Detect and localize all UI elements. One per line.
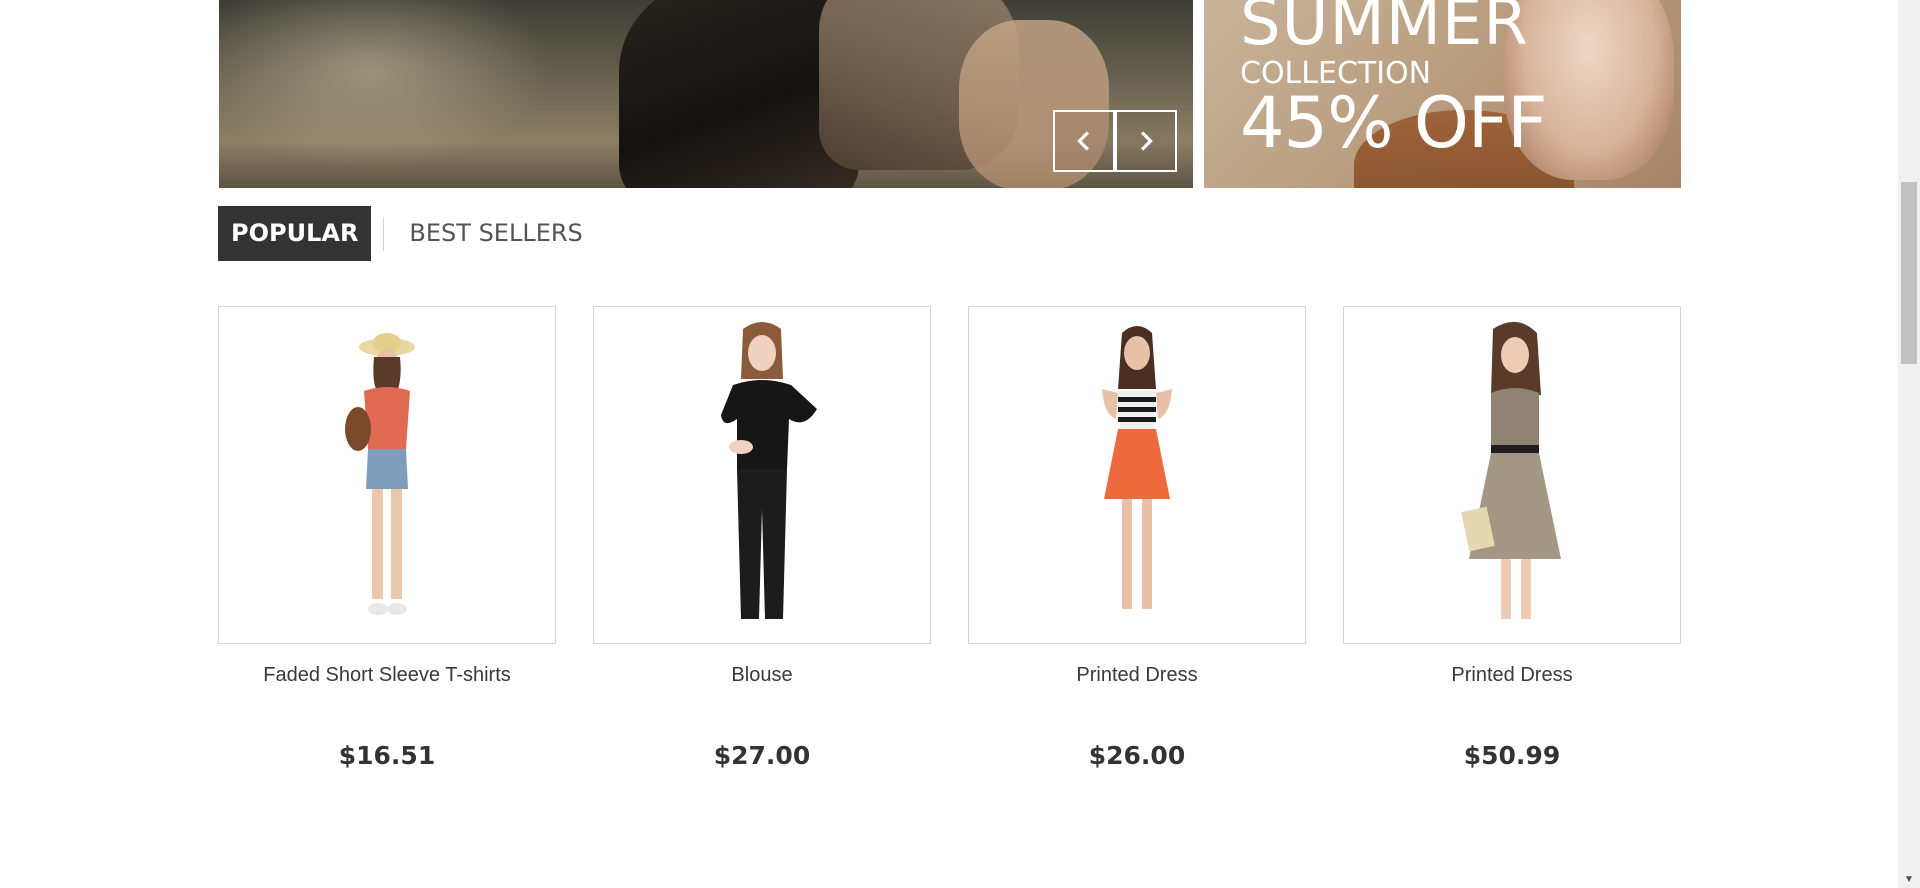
product-photo-printed-dress-print [1461,321,1561,619]
scrollbar-thumb[interactable] [1901,182,1917,364]
product-image[interactable] [968,306,1306,644]
product-price: $27.00 [713,741,811,770]
scroll-down-arrow-icon[interactable]: ▼ [1898,870,1920,888]
page-scrollbar[interactable]: ▼ [1898,0,1920,888]
product-price: $26.00 [1088,741,1186,770]
product-name[interactable]: Printed Dress [1076,664,1197,687]
product-card: Printed Dress $50.99 [1343,306,1681,770]
tab-popular[interactable]: POPULAR [218,206,372,261]
tab-divider [383,216,385,251]
product-price: $16.51 [338,741,436,770]
product-name[interactable]: Blouse [731,664,792,687]
product-tabs: POPULAR BEST SELLERS [218,206,596,261]
promo-discount: 45% OFF [1240,82,1547,164]
product-price: $50.99 [1463,741,1561,770]
chevron-left-icon [1077,131,1090,151]
product-card: Blouse $27.00 [593,306,931,770]
promo-title: SUMMER [1240,0,1529,60]
slider-prev-button[interactable] [1053,110,1115,172]
product-image[interactable] [1343,306,1681,644]
homepage-slider [219,0,1193,188]
chevron-right-icon [1140,131,1153,151]
product-name[interactable]: Printed Dress [1451,664,1572,687]
tab-best-sellers[interactable]: BEST SELLERS [396,206,595,261]
product-card: Printed Dress $26.00 [968,306,1306,770]
page: SUMMER COLLECTION 45% OFF POPULAR BEST S… [0,0,1920,888]
product-photo-printed-dress-orange [1102,326,1172,609]
product-photo-tshirt [345,333,415,615]
slider-next-button[interactable] [1115,110,1177,172]
product-image[interactable] [593,306,931,644]
product-name[interactable]: Faded Short Sleeve T-shirts [263,664,511,687]
product-card: Faded Short Sleeve T-shirts $16.51 [218,306,556,770]
product-image[interactable] [218,306,556,644]
product-photo-blouse [721,322,817,619]
summer-promo-banner[interactable]: SUMMER COLLECTION 45% OFF [1204,0,1681,188]
